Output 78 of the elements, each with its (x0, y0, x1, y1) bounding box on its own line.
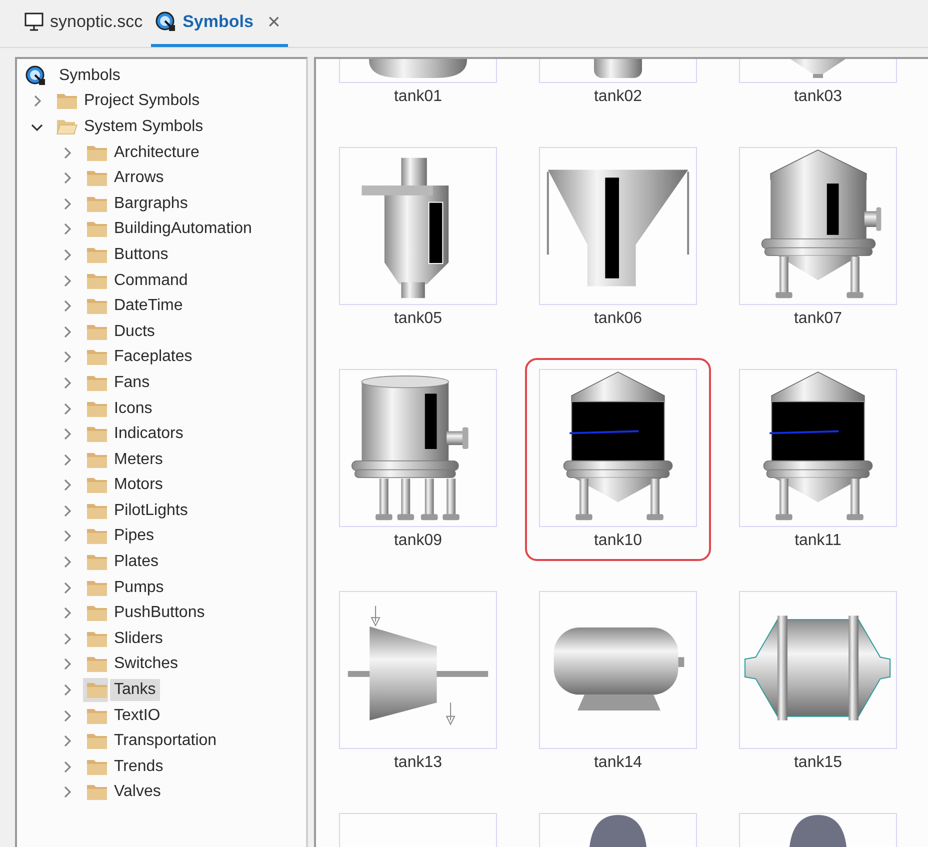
folder-icon (86, 272, 108, 290)
folder-icon (86, 374, 108, 392)
tree-item[interactable]: Architecture (110, 142, 204, 164)
folder-icon (86, 297, 108, 316)
tree-item[interactable]: Transportation (110, 730, 221, 752)
close-button[interactable]: × (267, 9, 280, 35)
folder-icon (86, 527, 108, 546)
folder-icon (86, 476, 108, 494)
tree-item[interactable]: Buttons (110, 244, 172, 266)
tree-item[interactable]: Icons (110, 398, 156, 420)
tree-item[interactable]: BuildingAutomation (110, 218, 256, 240)
tree-item[interactable]: Motors (110, 474, 167, 496)
dome-drawing (589, 815, 647, 847)
gauge-icon (25, 64, 47, 87)
symbol-label: tank06 (594, 309, 642, 329)
symbol-label: tank01 (394, 87, 442, 107)
folder-icon (86, 348, 108, 366)
folder-icon (86, 169, 108, 188)
folder-icon (86, 681, 108, 700)
tree-item[interactable]: Ducts (110, 320, 159, 343)
tree-item[interactable]: Valves (110, 781, 165, 804)
tree-item[interactable]: Tanks (110, 679, 160, 702)
folder-icon (86, 655, 108, 674)
folder-icon (86, 144, 108, 162)
folder-icon (86, 220, 108, 238)
tree-item[interactable]: Fans (110, 372, 154, 394)
folder-icon (86, 553, 108, 572)
tree-item[interactable]: Indicators (110, 423, 188, 446)
tree-item[interactable]: Project Symbols (80, 90, 204, 112)
gauge-icon (154, 11, 177, 33)
symbol-label: tank15 (794, 753, 842, 773)
folder-icon (86, 706, 108, 725)
folder-icon (86, 322, 108, 341)
symbol-label: tank05 (394, 309, 442, 329)
tree-item[interactable]: Sliders (110, 628, 167, 650)
tree-item[interactable]: PushButtons (110, 602, 209, 624)
symbol-label: tank13 (394, 753, 442, 773)
monitor-icon (24, 12, 44, 32)
folder-icon (86, 604, 108, 622)
tab[interactable]: Symbols × (150, 0, 288, 47)
open-folder-icon (56, 118, 78, 136)
tree-item[interactable]: TextIO (110, 704, 164, 727)
tab[interactable]: synoptic.scc (20, 0, 147, 47)
symbol-label: tank11 (794, 531, 842, 551)
tree-item[interactable]: Pipes (110, 525, 158, 548)
tree-item[interactable]: Symbols (55, 64, 124, 87)
tree-item[interactable]: Plates (110, 551, 162, 574)
folder-icon (86, 758, 108, 776)
tree-item[interactable]: Arrows (110, 167, 168, 190)
folder-icon (86, 400, 108, 418)
folder-icon (86, 578, 108, 597)
tree-item[interactable]: Trends (110, 756, 168, 778)
folder-icon (86, 502, 108, 520)
symbol-label: tank09 (394, 531, 442, 551)
selection-frame[interactable]: tank10 (525, 358, 711, 561)
tree-item[interactable]: System Symbols (80, 116, 208, 138)
folder-icon (86, 425, 108, 444)
tree-item[interactable]: DateTime (110, 295, 187, 318)
symbol-label: tank03 (794, 87, 842, 107)
folder-icon (86, 450, 108, 469)
tree-item[interactable]: Pumps (110, 576, 168, 599)
tree-item[interactable]: Meters (110, 448, 167, 471)
tree-item[interactable]: Switches (110, 653, 182, 676)
symbol-label: tank02 (594, 87, 642, 107)
folder-icon (56, 92, 78, 110)
symbol-label: tank10 (594, 531, 642, 551)
folder-icon (86, 732, 108, 750)
tree-item[interactable]: Command (110, 270, 192, 292)
symbol-label: tank07 (794, 309, 842, 329)
tree-item[interactable]: Bargraphs (110, 192, 192, 215)
symbol-label: tank14 (594, 753, 642, 773)
folder-icon (86, 246, 108, 264)
folder-icon (86, 194, 108, 213)
dome-drawing (789, 815, 847, 847)
folder-icon (86, 630, 108, 648)
folder-icon (86, 783, 108, 802)
tree-item[interactable]: PilotLights (110, 500, 192, 522)
tree-item[interactable]: Faceplates (110, 346, 196, 368)
